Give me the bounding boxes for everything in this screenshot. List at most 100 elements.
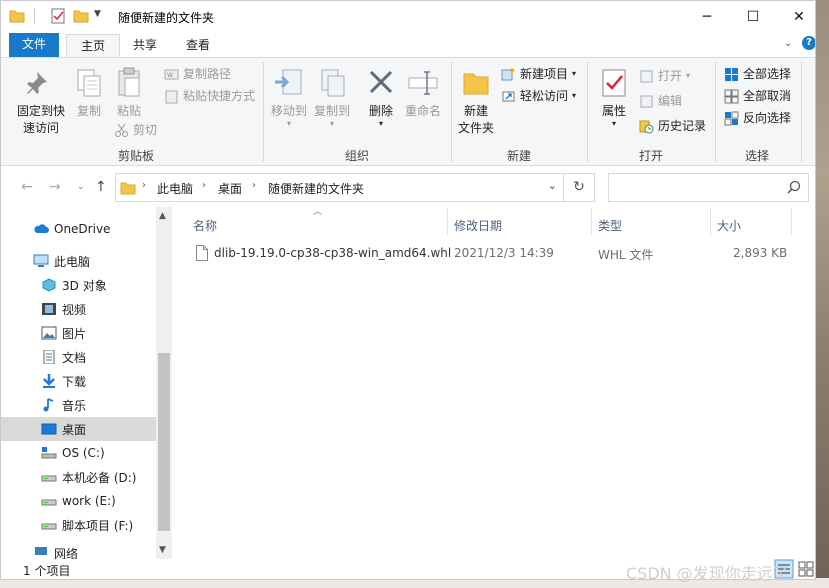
properties-quick-icon[interactable] (50, 8, 66, 24)
tab-home[interactable]: 主页 (66, 34, 121, 58)
file-size: 2,893 KB (733, 246, 788, 260)
copy-label: 复制 (76, 104, 101, 118)
search-icon (787, 180, 801, 194)
breadcrumb-separator-icon[interactable]: › (202, 180, 206, 191)
properties-icon (602, 69, 626, 97)
easy-access-button[interactable]: 轻松访问 ▾ (501, 86, 576, 106)
pin-quick-access-button[interactable]: 固定到快 速访问 (15, 66, 67, 137)
nav-item-label: 音乐 (62, 398, 87, 413)
delete-button[interactable]: 删除 ▾ (365, 66, 397, 128)
folder-icon (9, 10, 25, 23)
picture-icon (41, 326, 57, 340)
properties-button[interactable]: 属性 ▾ (598, 66, 630, 128)
tab-file[interactable]: 文件 (9, 33, 60, 57)
properties-label: 属性 (601, 104, 626, 118)
nav-item-3d-objects[interactable]: 3D 对象 (1, 273, 156, 297)
up-arrow-icon[interactable]: ↑ (95, 179, 107, 195)
drive-icon (41, 475, 57, 482)
copy-to-icon (321, 69, 345, 97)
column-header-date[interactable]: 修改日期 (454, 217, 502, 234)
move-to-button[interactable]: 移动到 ▾ (269, 66, 309, 128)
forward-arrow-icon[interactable]: → (49, 179, 61, 195)
paste-shortcut-button[interactable]: 粘贴快捷方式 (164, 86, 255, 106)
desktop-background (815, 0, 829, 588)
ribbon: 固定到快 速访问 复制 粘贴 W 复制路径 粘贴快捷方式 剪切 剪贴板 移动到 (1, 57, 815, 166)
breadcrumb-separator-icon[interactable]: › (252, 180, 256, 191)
tab-view[interactable]: 查看 (172, 34, 224, 58)
paste-label: 粘贴 (116, 104, 141, 118)
search-input[interactable] (608, 173, 809, 202)
back-arrow-icon[interactable]: ← (21, 179, 33, 195)
address-bar[interactable]: › 此电脑 › 桌面 › 随便新建的文件夹 ⌄ (115, 173, 564, 202)
copy-to-button[interactable]: 复制到 ▾ (312, 66, 352, 128)
minimize-button[interactable]: ─ (684, 1, 730, 32)
customize-toolbar-chevron-icon[interactable]: ▼ (94, 9, 101, 19)
new-folder-quick-icon[interactable] (73, 8, 89, 24)
nav-item-this-pc[interactable]: 此电脑 (1, 249, 156, 273)
breadcrumb-current-folder[interactable]: 随便新建的文件夹 (268, 180, 364, 197)
scroll-down-icon[interactable]: ▼ (159, 545, 166, 555)
address-dropdown-chevron-icon[interactable]: ⌄ (548, 179, 557, 192)
breadcrumb-desktop[interactable]: 桌面 (218, 180, 242, 197)
nav-item-desktop[interactable]: 桌面 (1, 417, 156, 441)
nav-item-label: OS (C:) (62, 446, 105, 460)
open-button[interactable]: 打开 ▾ (639, 66, 690, 86)
nav-item-drive-c[interactable]: OS (C:) (1, 441, 156, 465)
history-button[interactable]: 历史记录 (639, 116, 706, 136)
window-title: 随便新建的文件夹 (118, 11, 215, 25)
desktop-icon (41, 423, 57, 435)
breadcrumb-this-pc[interactable]: 此电脑 (157, 180, 193, 197)
nav-item-drive-f[interactable]: 脚本项目 (F:) (1, 513, 156, 537)
close-button[interactable]: ✕ (776, 1, 815, 32)
help-icon[interactable]: ? (802, 36, 815, 50)
ribbon-separator (587, 62, 588, 162)
large-icons-view-icon[interactable] (796, 559, 816, 579)
rename-button[interactable]: 重命名 (403, 66, 443, 120)
music-icon (43, 398, 54, 412)
pin-label-line1: 固定到快 (16, 104, 65, 118)
nav-item-onedrive[interactable]: OneDrive (1, 217, 156, 241)
new-folder-button[interactable]: 新建 文件夹 (456, 66, 496, 137)
edit-button[interactable]: 编辑 (639, 91, 682, 111)
recent-locations-chevron-icon[interactable]: ⌄ (77, 182, 85, 192)
paste-button[interactable]: 粘贴 (113, 66, 145, 120)
nav-item-documents[interactable]: 文档 (1, 345, 156, 369)
cut-button[interactable]: 剪切 (114, 120, 157, 140)
nav-item-music[interactable]: 音乐 (1, 393, 156, 417)
column-header-type[interactable]: 类型 (598, 217, 622, 234)
select-none-button[interactable]: 全部取消 (724, 86, 791, 106)
nav-item-drive-e[interactable]: work (E:) (1, 489, 156, 513)
easy-access-icon (502, 91, 515, 101)
tab-share[interactable]: 共享 (119, 34, 171, 58)
new-folder-label-line2: 文件夹 (457, 121, 494, 135)
nav-item-pictures[interactable]: 图片 (1, 321, 156, 345)
cube-icon (42, 278, 56, 292)
invert-selection-button[interactable]: 反向选择 (724, 108, 791, 128)
maximize-button[interactable]: ☐ (730, 1, 776, 32)
nav-item-videos[interactable]: 视频 (1, 297, 156, 321)
invert-selection-label: 反向选择 (743, 111, 792, 125)
column-divider[interactable] (447, 208, 448, 236)
copy-path-button[interactable]: W 复制路径 (164, 64, 231, 84)
select-all-button[interactable]: 全部选择 (724, 64, 791, 84)
new-group-label: 新建 (507, 149, 532, 163)
refresh-button[interactable]: ↻ (564, 173, 595, 202)
new-item-button[interactable]: 新建项目 ▾ (501, 64, 576, 84)
column-divider[interactable] (591, 208, 592, 236)
nav-pane-scroll-thumb[interactable] (158, 353, 170, 531)
copy-icon (77, 69, 101, 97)
nav-item-drive-d[interactable]: 本机必备 (D:) (1, 465, 156, 489)
column-divider[interactable] (791, 208, 792, 236)
column-header-size[interactable]: 大小 (717, 217, 741, 234)
nav-item-label: work (E:) (62, 494, 116, 508)
copy-button[interactable]: 复制 (73, 66, 105, 120)
column-divider[interactable] (710, 208, 711, 236)
ribbon-collapse-chevron-icon[interactable]: ⌄ (784, 38, 792, 49)
nav-item-downloads[interactable]: 下载 (1, 369, 156, 393)
column-header-name[interactable]: 名称 (193, 217, 217, 234)
cut-label: 剪切 (133, 123, 158, 137)
breadcrumb-separator-icon[interactable]: › (142, 180, 146, 191)
scroll-up-icon[interactable]: ▲ (159, 211, 166, 221)
table-row[interactable]: dlib-19.19.0-cp38-cp38-win_amd64.whl 202… (192, 242, 792, 264)
nav-item-network[interactable]: 网络 (1, 545, 156, 559)
